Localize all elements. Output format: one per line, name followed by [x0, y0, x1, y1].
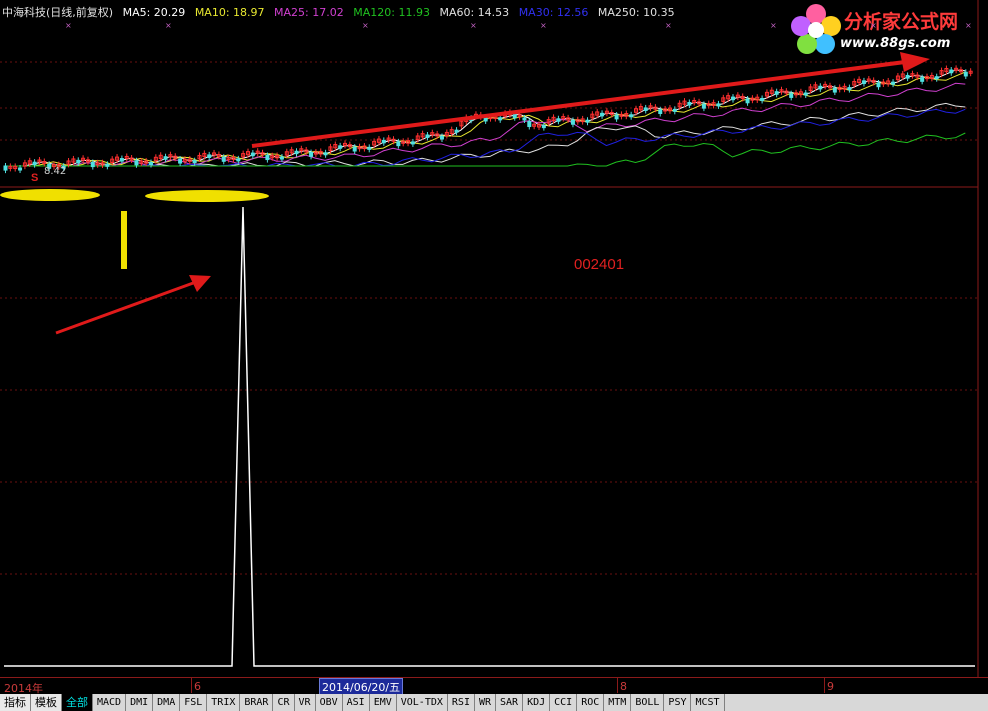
pointer-arrow	[55, 275, 211, 335]
signal-x-mark: ×	[770, 21, 777, 30]
highlight-bar	[121, 211, 127, 269]
ma60-line	[5, 102, 966, 167]
tab-template-mode[interactable]: 模板	[31, 694, 62, 711]
tab-dma[interactable]: DMA	[153, 694, 181, 711]
tab-rsi[interactable]: RSI	[448, 694, 475, 711]
indicator-spike-line	[4, 206, 975, 667]
tab-kdj[interactable]: KDJ	[523, 694, 551, 711]
tab-macd[interactable]: MACD	[93, 694, 127, 711]
signal-marker: S	[31, 172, 39, 184]
low-price-label: 8.42	[44, 166, 67, 177]
tab-mcst[interactable]: MCST	[691, 694, 725, 711]
indicator-tabs: MACD DMI DMA FSL TRIX BRAR CR VR OBV ASI EMV VOL-TD…	[93, 694, 725, 711]
signal-x-mark: ×	[965, 21, 972, 30]
tab-cr[interactable]: CR	[273, 694, 295, 711]
signal-x-mark: ×	[362, 21, 369, 30]
tab-mtm[interactable]: MTM	[604, 694, 632, 711]
tab-all[interactable]: 全部	[62, 694, 93, 711]
tab-vol-tdx[interactable]: VOL-TDX	[397, 694, 448, 711]
highlight-oval-right	[145, 190, 269, 202]
tab-brar[interactable]: BRAR	[240, 694, 274, 711]
tab-indicator-mode[interactable]: 指标	[0, 694, 31, 711]
time-axis: 2014年 6 2014/06/20/五 8 9	[0, 677, 988, 696]
tab-sar[interactable]: SAR	[496, 694, 524, 711]
tab-vr[interactable]: VR	[295, 694, 316, 711]
tab-trix[interactable]: TRIX	[207, 694, 241, 711]
tab-obv[interactable]: OBV	[316, 694, 343, 711]
signal-x-mark: ×	[165, 21, 172, 30]
axis-tick	[824, 678, 825, 693]
tab-wr[interactable]: WR	[475, 694, 497, 711]
signal-x-mark: ×	[540, 21, 547, 30]
tab-emv[interactable]: EMV	[370, 694, 397, 711]
tab-fsl[interactable]: FSL	[180, 694, 208, 711]
tab-roc[interactable]: ROC	[577, 694, 605, 711]
axis-month-6: 6	[194, 680, 201, 693]
axis-tick	[191, 678, 192, 693]
stock-chart-window: 中海科技(日线,前复权) MA5: 20.29 MA10: 18.97 MA25…	[0, 0, 988, 711]
tab-boll[interactable]: BOLL	[631, 694, 665, 711]
tab-asi[interactable]: ASI	[343, 694, 370, 711]
axis-month-8: 8	[620, 680, 627, 693]
signal-x-mark: ×	[470, 21, 477, 30]
chart-canvas: × × × × × × × × ×	[0, 0, 979, 677]
trend-arrow-up	[251, 52, 930, 148]
signal-x-mark: ×	[65, 21, 72, 30]
indicator-tab-bar: 指标 模板 全部 MACD DMI DMA FSL TRIX BRAR CR VR OBV ASI…	[0, 694, 988, 711]
stock-code: 002401	[574, 256, 625, 273]
tab-dmi[interactable]: DMI	[126, 694, 154, 711]
tab-psy[interactable]: PSY	[664, 694, 692, 711]
axis-month-9: 9	[827, 680, 834, 693]
signal-x-mark: ×	[870, 21, 877, 30]
axis-tick	[617, 678, 618, 693]
signal-x-mark: ×	[665, 21, 672, 30]
highlight-oval-left	[0, 189, 100, 201]
tab-cci[interactable]: CCI	[550, 694, 578, 711]
